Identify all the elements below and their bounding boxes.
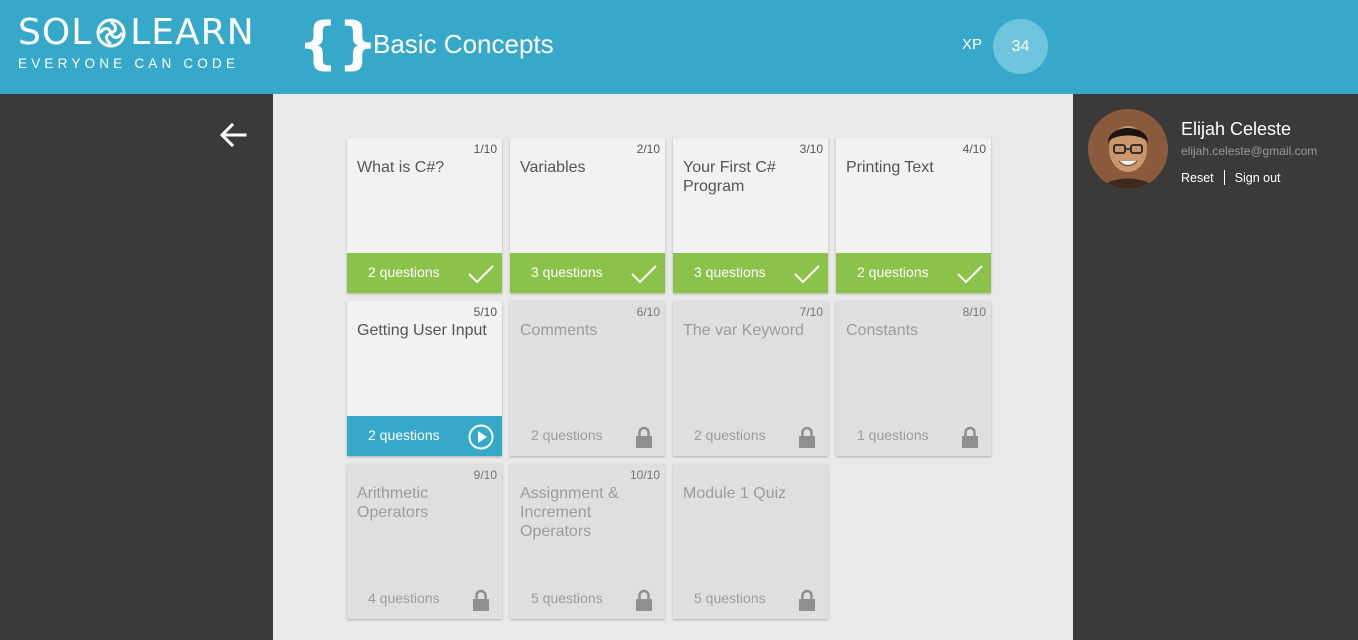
lesson-title: What is C#? xyxy=(357,159,445,176)
lesson-number: 3/10 xyxy=(799,142,823,156)
lock-icon xyxy=(799,426,815,448)
user-name: Elijah Celeste xyxy=(1181,119,1292,139)
lesson-footer: 3 questions xyxy=(510,253,665,293)
lesson-footer: 5 questions xyxy=(510,579,665,619)
lesson-card-9[interactable]: 9/10 Arithmetic Operators 4 questions xyxy=(347,464,502,619)
lesson-number: 6/10 xyxy=(636,305,660,319)
lesson-title: The var Keyword xyxy=(683,322,804,339)
lesson-card-1[interactable]: 1/10 What is C#? 2 questions xyxy=(347,138,502,293)
lesson-footer: 2 questions xyxy=(673,416,828,456)
lesson-number: 7/10 xyxy=(799,305,823,319)
top-header: SOL LEARN EVERYONE CAN CODE {} Basic Con… xyxy=(0,0,1358,94)
reset-link[interactable]: Reset xyxy=(1181,171,1214,185)
question-count: 5 questions xyxy=(531,590,603,606)
sign-out-link[interactable]: Sign out xyxy=(1235,171,1281,185)
back-arrow-icon[interactable] xyxy=(218,120,248,150)
question-count: 3 questions xyxy=(694,264,766,280)
lesson-title: Arithmetic Operators xyxy=(357,485,429,521)
logo-text-left: SOL xyxy=(18,12,93,53)
lesson-card-10[interactable]: 10/10 Assignment & Increment Operators 5… xyxy=(510,464,665,619)
question-count: 2 questions xyxy=(368,427,440,443)
sololearn-logo[interactable]: SOL LEARN EVERYONE CAN CODE xyxy=(18,12,255,72)
lock-icon xyxy=(636,589,652,611)
play-icon[interactable] xyxy=(468,424,494,450)
lesson-number: 4/10 xyxy=(962,142,986,156)
lesson-title: Assignment & Increment Operators xyxy=(520,485,619,540)
question-count: 4 questions xyxy=(368,590,440,606)
lesson-footer: 2 questions xyxy=(347,253,502,293)
lesson-title: Getting User Input xyxy=(357,322,487,339)
lesson-footer: 5 questions xyxy=(673,579,828,619)
lesson-footer: 2 questions xyxy=(510,416,665,456)
lesson-title: Variables xyxy=(520,159,586,176)
checkmark-icon xyxy=(957,265,983,284)
avatar-image xyxy=(1088,109,1168,189)
lesson-footer: 2 questions xyxy=(347,416,502,456)
question-count: 2 questions xyxy=(531,427,603,443)
lesson-card-5[interactable]: 5/10 Getting User Input 2 questions xyxy=(347,301,502,456)
logo-text-right: LEARN xyxy=(130,12,255,53)
lesson-card-7[interactable]: 7/10 The var Keyword 2 questions xyxy=(673,301,828,456)
lock-icon xyxy=(473,589,489,611)
lesson-footer: 3 questions xyxy=(673,253,828,293)
lesson-title: Comments xyxy=(520,322,598,339)
logo-swirl-icon xyxy=(96,18,126,48)
user-actions: Reset Sign out xyxy=(1181,170,1281,185)
lesson-title: Module 1 Quiz xyxy=(683,485,787,502)
lock-icon xyxy=(799,589,815,611)
lesson-card-6[interactable]: 6/10 Comments 2 questions xyxy=(510,301,665,456)
lesson-title: Your First C# Program xyxy=(683,159,776,195)
question-count: 2 questions xyxy=(857,264,929,280)
lock-icon xyxy=(962,426,978,448)
lesson-card-quiz[interactable]: Module 1 Quiz 5 questions xyxy=(673,464,828,619)
checkmark-icon xyxy=(794,265,820,284)
question-count: 5 questions xyxy=(694,590,766,606)
lesson-footer: 4 questions xyxy=(347,579,502,619)
course-braces-icon: {} xyxy=(298,11,378,76)
question-count: 2 questions xyxy=(368,264,440,280)
checkmark-icon xyxy=(631,265,657,284)
course-title: Basic Concepts xyxy=(373,29,554,59)
lesson-number: 9/10 xyxy=(473,468,497,482)
xp-badge: 34 xyxy=(993,19,1048,74)
question-count: 2 questions xyxy=(694,427,766,443)
lock-icon xyxy=(636,426,652,448)
lesson-number: 5/10 xyxy=(473,305,497,319)
lesson-card-3[interactable]: 3/10 Your First C# Program 3 questions xyxy=(673,138,828,293)
lesson-title: Printing Text xyxy=(846,159,934,176)
lesson-card-4[interactable]: 4/10 Printing Text 2 questions xyxy=(836,138,991,293)
lesson-title: Constants xyxy=(846,322,919,339)
checkmark-icon xyxy=(468,265,494,284)
user-avatar[interactable] xyxy=(1088,109,1168,189)
lesson-number: 2/10 xyxy=(636,142,660,156)
lesson-card-8[interactable]: 8/10 Constants 1 questions xyxy=(836,301,991,456)
lesson-footer: 1 questions xyxy=(836,416,991,456)
question-count: 1 questions xyxy=(857,427,929,443)
question-count: 3 questions xyxy=(531,264,603,280)
lesson-number: 8/10 xyxy=(962,305,986,319)
lesson-card-2[interactable]: 2/10 Variables 3 questions xyxy=(510,138,665,293)
lesson-number: 1/10 xyxy=(473,142,497,156)
xp-label: XP xyxy=(962,36,983,53)
logo-tagline: EVERYONE CAN CODE xyxy=(18,56,240,71)
left-sidebar xyxy=(0,94,273,640)
lesson-number: 10/10 xyxy=(629,468,660,482)
link-divider xyxy=(1223,170,1225,185)
lesson-footer: 2 questions xyxy=(836,253,991,293)
user-email: elijah.celeste@gmail.com xyxy=(1181,144,1318,158)
